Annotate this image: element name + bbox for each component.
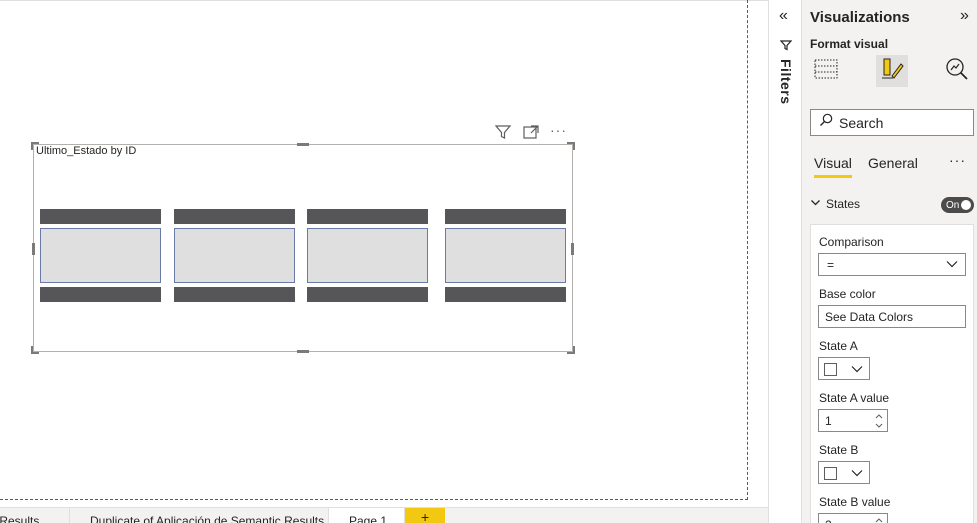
page-boundary-bottom <box>0 499 748 500</box>
state-card[interactable] <box>307 209 428 302</box>
state-a-value-label: State A value <box>819 391 890 405</box>
state-b-value: 2 <box>825 518 832 523</box>
paint-brush-icon <box>879 56 905 87</box>
format-visual-label: Format visual <box>810 37 889 51</box>
analytics-magnifier-icon <box>944 56 970 87</box>
state-b-value-label: State B value <box>819 495 891 509</box>
base-color-field[interactable]: See Data Colors <box>818 305 966 328</box>
card-top-bar <box>40 209 161 224</box>
page-tab-bar: tic Results Duplicate of Aplicación de S… <box>0 507 768 523</box>
card-bottom-bar <box>40 287 161 302</box>
state-b-color-picker[interactable] <box>818 461 870 484</box>
state-card[interactable] <box>174 209 295 302</box>
state-a-value-stepper[interactable]: 1 <box>818 409 888 432</box>
resize-handle-top-right[interactable] <box>567 142 575 150</box>
card-value-cell <box>307 228 428 283</box>
search-input[interactable] <box>839 114 959 131</box>
chevron-down-icon <box>945 257 959 274</box>
stepper-arrows-icon[interactable] <box>874 411 884 431</box>
page-tab[interactable]: Duplicate of Aplicación de Semantic Resu… <box>70 508 329 523</box>
build-visual-button[interactable] <box>810 55 842 87</box>
format-visual-button[interactable] <box>876 55 908 87</box>
comparison-value: = <box>827 258 835 272</box>
chevron-down-icon <box>810 197 821 211</box>
state-a-color-picker[interactable] <box>818 357 870 380</box>
stepper-arrows-icon[interactable] <box>874 515 884 523</box>
card-bottom-bar <box>174 287 295 302</box>
card-top-bar <box>445 209 566 224</box>
base-color-value: See Data Colors <box>825 310 914 324</box>
resize-handle-right[interactable] <box>571 243 574 255</box>
resize-handle-top[interactable] <box>297 143 309 146</box>
chevron-down-icon <box>850 466 864 485</box>
state-a-label: State A <box>819 339 858 353</box>
color-swatch <box>824 467 837 480</box>
plus-icon: + <box>421 509 430 523</box>
toggle-knob <box>961 200 971 210</box>
card-value-cell <box>445 228 566 283</box>
search-box[interactable] <box>810 109 974 136</box>
toggle-label: On <box>946 199 960 211</box>
add-page-button[interactable]: + <box>405 508 445 523</box>
more-options-icon[interactable]: ··· <box>949 152 966 168</box>
comparison-label: Comparison <box>819 235 884 249</box>
search-icon <box>819 113 833 132</box>
chevron-down-icon <box>850 362 864 381</box>
filters-pane-collapsed[interactable]: « Filters <box>768 0 802 523</box>
focus-mode-icon[interactable] <box>522 124 540 140</box>
filters-label[interactable]: Filters <box>778 59 794 105</box>
visual-header: ··· <box>494 123 568 140</box>
visualizations-pane: Visualizations » Format visual Search Vi… <box>802 0 977 523</box>
color-swatch <box>824 363 837 376</box>
card-value-cell <box>40 228 161 283</box>
analytics-button[interactable] <box>941 55 973 87</box>
state-a-value: 1 <box>825 414 832 428</box>
collapse-pane-icon[interactable]: » <box>960 7 969 25</box>
card-bottom-bar <box>445 287 566 302</box>
tab-general[interactable]: General <box>868 155 918 171</box>
card-top-bar <box>307 209 428 224</box>
more-options-icon[interactable]: ··· <box>550 123 568 140</box>
base-color-label: Base color <box>819 287 876 301</box>
state-card[interactable] <box>40 209 161 302</box>
filter-icon[interactable] <box>494 124 512 140</box>
visual-title: Ultimo_Estado by ID <box>36 145 137 157</box>
resize-handle-bottom-right[interactable] <box>567 346 575 354</box>
resize-handle-left[interactable] <box>32 243 35 255</box>
card-bottom-bar <box>307 287 428 302</box>
resize-handle-bottom-left[interactable] <box>31 346 39 354</box>
comparison-dropdown[interactable]: = <box>818 253 966 276</box>
states-section-header[interactable]: States On <box>802 193 977 217</box>
states-toggle[interactable]: On <box>941 197 974 213</box>
state-b-label: State B <box>819 443 859 457</box>
state-b-value-stepper[interactable]: 2 <box>818 513 888 523</box>
canvas-top-border <box>0 0 768 1</box>
expand-filters-icon[interactable]: « <box>779 7 788 25</box>
resize-handle-top-left[interactable] <box>31 142 39 150</box>
card-visual[interactable]: Ultimo_Estado by ID <box>31 142 575 354</box>
page-tab[interactable]: tic Results <box>0 508 70 523</box>
card-value-cell <box>174 228 295 283</box>
section-title: States <box>826 197 861 211</box>
states-properties-card: Comparison = Base color See Data Colors … <box>810 224 974 523</box>
fields-grid-icon <box>813 56 839 87</box>
filter-icon <box>779 38 793 56</box>
page-boundary-right <box>747 0 748 500</box>
resize-handle-bottom[interactable] <box>297 350 309 353</box>
state-card[interactable] <box>445 209 566 302</box>
page-tab-active[interactable]: Page 1 <box>329 508 405 523</box>
tab-visual[interactable]: Visual <box>814 155 852 178</box>
report-canvas[interactable]: ··· Ultimo_Estado by ID Results Duplicat… <box>0 0 768 523</box>
pane-title: Visualizations <box>810 9 910 26</box>
card-top-bar <box>174 209 295 224</box>
